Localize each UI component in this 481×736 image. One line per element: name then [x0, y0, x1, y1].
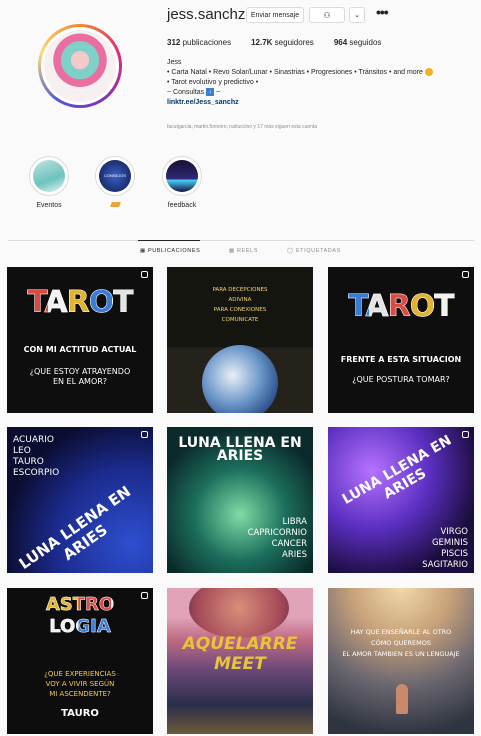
post-line: VOY A VIVIR SEGÚN	[45, 680, 115, 688]
highlight-inner-label: CONSEJOS	[99, 160, 131, 192]
tabs-divider	[8, 240, 474, 241]
followed-by-text[interactable]: facutgarcia, martin.forneiro, nattuccino…	[167, 124, 317, 130]
profile-bio: Jess • Carta Natal • Revo Solar/Lunar • …	[167, 58, 467, 108]
active-tab-indicator	[138, 240, 200, 241]
post-tile[interactable]: AQUELARRE MEET	[167, 588, 313, 734]
post-sign: TAURO	[13, 457, 44, 467]
bio-line-2: • Tarot evolutivo y predictivo •	[167, 79, 259, 86]
bio-line-1: • Carta Natal • Revo Solar/Lunar • Sinas…	[167, 69, 423, 76]
post-tile[interactable]: LUNA LLENA EN ARIES LIBRA CAPRICORNIO CA…	[167, 427, 313, 573]
post-title: LUNA LLENA EN ARIES	[178, 435, 302, 464]
profile-header: jess.sanchz Enviar mensaje ⚇ ⌄ ••• 312 p…	[0, 0, 481, 150]
post-line: ¿QUE EXPERIENCIAS	[44, 670, 116, 678]
post-tile[interactable]: ASTRO LOGIA ¿QUE EXPERIENCIAS VOY A VIVI…	[7, 588, 153, 734]
suggestions-button[interactable]: ⌄	[349, 7, 365, 23]
post-line: CON MI ACTITUD ACTUAL	[23, 345, 137, 354]
carousel-icon	[141, 592, 148, 599]
user-check-icon: ⚇	[323, 11, 331, 20]
post-sign: ESCORPIO	[13, 468, 60, 478]
chevron-down-icon: ⌄	[354, 12, 360, 19]
bio-line-3-end: ~	[216, 89, 221, 96]
carousel-icon	[141, 271, 148, 278]
post-sign: CANCER	[271, 539, 307, 549]
profile-avatar[interactable]	[38, 24, 122, 108]
sun-emoji-icon	[424, 68, 433, 77]
post-tile[interactable]: PARA DECEPCIONES ADIVINA PARA CONEXIONES…	[167, 267, 313, 413]
carousel-icon	[462, 431, 469, 438]
post-line: COMUNICATE	[221, 317, 259, 323]
post-line: ¿QUE ESTOY ATRAYENDO	[29, 367, 131, 376]
planet-image	[189, 588, 289, 638]
followers-count[interactable]: 12.7K seguidores	[251, 38, 314, 47]
tab-posts[interactable]: ▦ PUBLICACIONES	[140, 248, 200, 254]
post-line: TAURO	[61, 708, 99, 719]
post-sign: CAPRICORNIO	[247, 528, 307, 538]
carousel-icon	[462, 271, 469, 278]
profile-stats: 312 publicaciones 12.7K seguidores 964 s…	[167, 38, 381, 47]
post-line: MI ASCENDENTE?	[49, 690, 111, 698]
post-title: LUNA LLENA EN ARIES	[15, 482, 135, 573]
bio-line-3: ~ Consultas	[167, 89, 205, 96]
post-sign: LIBRA	[282, 517, 307, 527]
book-emoji-icon	[109, 202, 121, 207]
post-tile[interactable]: LUNA LLENA EN ARIES VIRGO GEMINIS PISCIS…	[328, 427, 474, 573]
highlight-eventos[interactable]: Eventos	[14, 156, 84, 209]
post-line: EL AMOR TAMBIEN ES UN LENGUAJE	[342, 650, 460, 658]
hand-image	[396, 684, 408, 714]
username: jess.sanchz	[167, 6, 246, 23]
post-line: ¿QUE POSTURA TOMAR?	[352, 375, 450, 384]
post-sign: PISCIS	[441, 549, 468, 559]
posts-count: 312 publicaciones	[167, 38, 232, 47]
tab-reels[interactable]: ▩ REELS	[229, 248, 258, 254]
post-line: EN EL AMOR?	[52, 377, 108, 386]
earth-image	[202, 345, 278, 413]
tab-tagged[interactable]: ◯ ETIQUETADAS	[287, 248, 341, 254]
send-message-button[interactable]: Enviar mensaje	[246, 7, 304, 23]
bio-link[interactable]: linktr.ee/Jess_sanchz	[167, 98, 467, 108]
post-sign: ACUARIO	[13, 435, 55, 445]
post-tile[interactable]: TAROT FRENTE A ESTA SITUACION ¿QUE POSTU…	[328, 267, 474, 413]
post-tile[interactable]: ACUARIO LEO TAURO ESCORPIO LUNA LLENA EN…	[7, 427, 153, 573]
post-sign: GEMINIS	[431, 538, 468, 548]
bio-name: Jess	[167, 59, 182, 66]
more-options-button[interactable]: •••	[376, 4, 389, 20]
post-line: PARA DECEPCIONES	[212, 287, 268, 293]
post-sign: SAGITARIO	[422, 560, 468, 570]
tag-icon: ◯	[287, 248, 294, 254]
post-tile[interactable]: HAY QUE ENSEÑARLE AL OTRO CÓMO QUEREMOS …	[328, 588, 474, 734]
post-title: TAROT	[27, 285, 134, 321]
follow-button[interactable]: ⚇	[309, 7, 345, 23]
post-title: TAROT	[348, 289, 455, 325]
post-tile[interactable]: TAROT CON MI ACTITUD ACTUAL ¿QUE ESTOY A…	[7, 267, 153, 413]
highlight-label: feedback	[167, 202, 197, 209]
post-title: LUNA LLENA EN ARIES	[339, 432, 455, 508]
following-count[interactable]: 964 seguidos	[334, 38, 382, 47]
post-title: AQUELARRE MEET	[182, 634, 298, 674]
post-line: ADIVINA	[228, 297, 252, 303]
grid-icon: ▦	[140, 248, 146, 254]
reels-icon: ▩	[229, 248, 235, 254]
post-line: CÓMO QUEREMOS	[371, 639, 431, 647]
carousel-icon	[141, 431, 148, 438]
post-sign: ARIES	[282, 550, 307, 560]
highlight-label: Eventos	[36, 202, 62, 209]
post-sign: VIRGO	[440, 527, 468, 537]
down-arrow-emoji-icon: ↓	[206, 88, 215, 97]
post-title: ASTRO LOGIA	[45, 594, 115, 638]
post-line: PARA CONEXIONES	[213, 307, 267, 313]
highlight-consejos[interactable]: CONSEJOS	[80, 156, 150, 209]
profile-tabs: ▦ PUBLICACIONES ▩ REELS ◯ ETIQUETADAS	[0, 248, 481, 260]
post-sign: LEO	[13, 446, 31, 456]
highlight-feedback[interactable]: feedback	[147, 156, 217, 209]
post-line: HAY QUE ENSEÑARLE AL OTRO	[350, 628, 452, 636]
post-line: FRENTE A ESTA SITUACION	[340, 355, 462, 364]
